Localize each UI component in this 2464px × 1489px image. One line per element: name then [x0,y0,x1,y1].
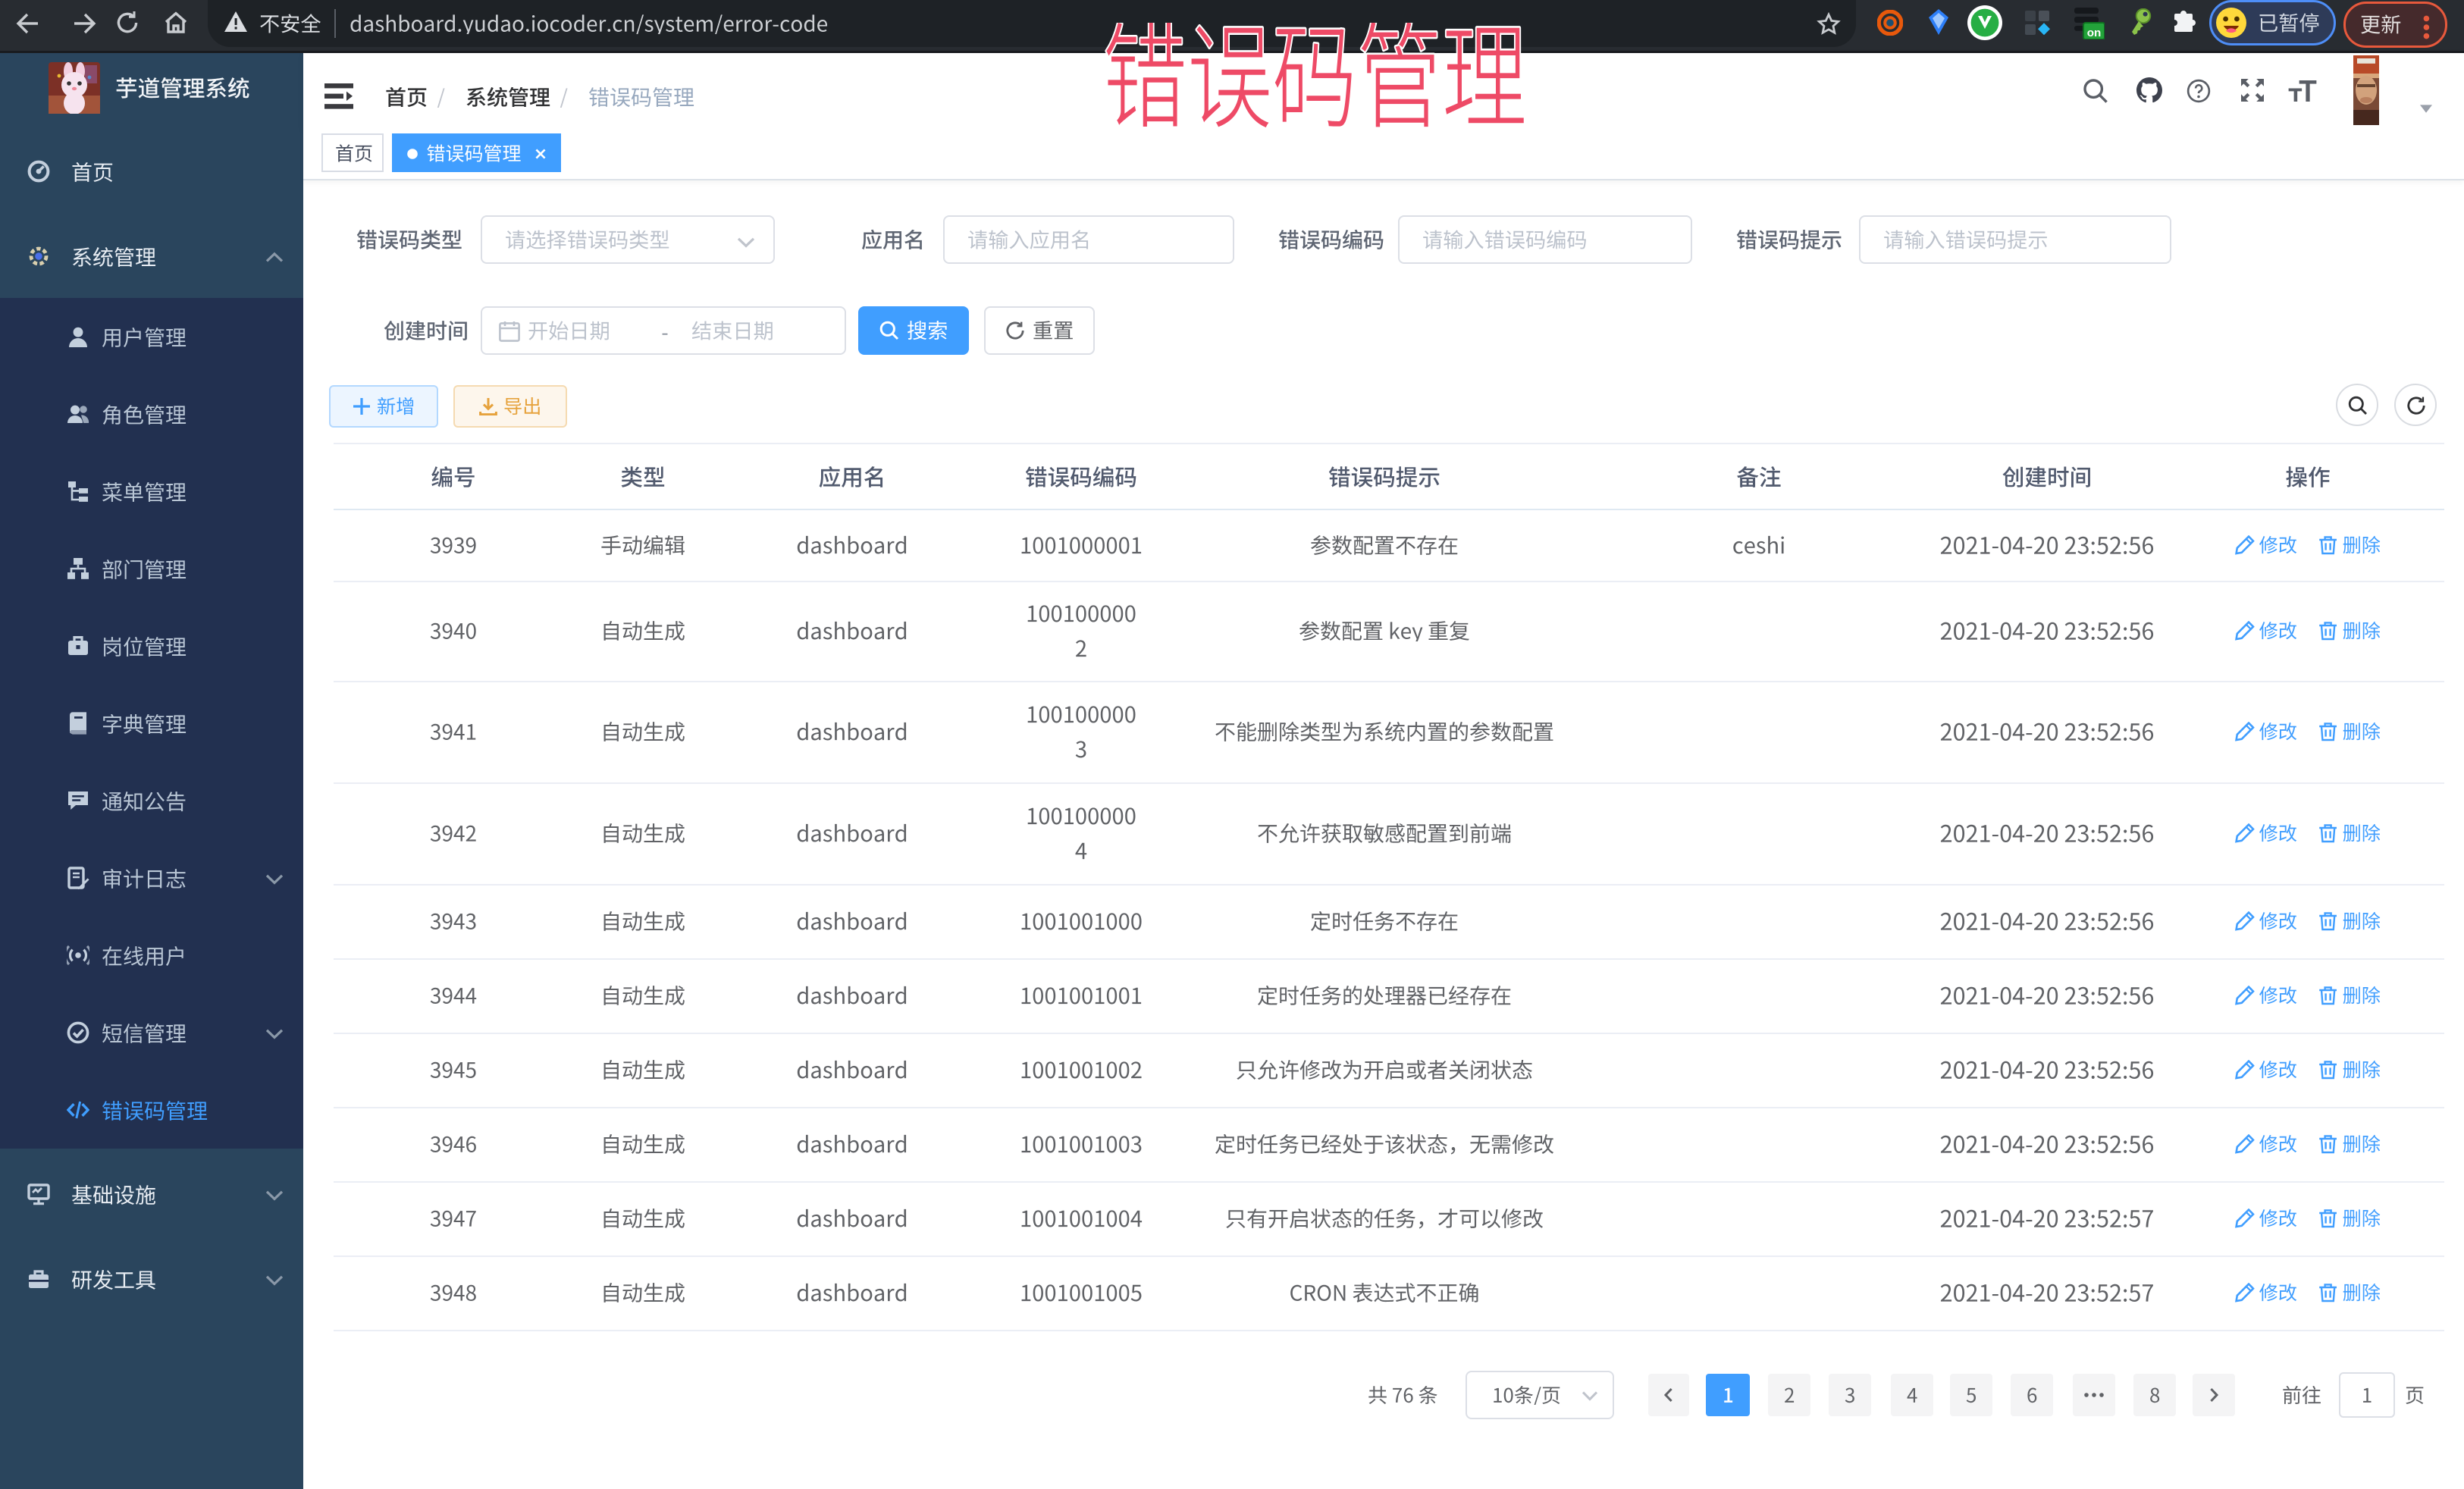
svg-text:on: on [2087,27,2102,39]
